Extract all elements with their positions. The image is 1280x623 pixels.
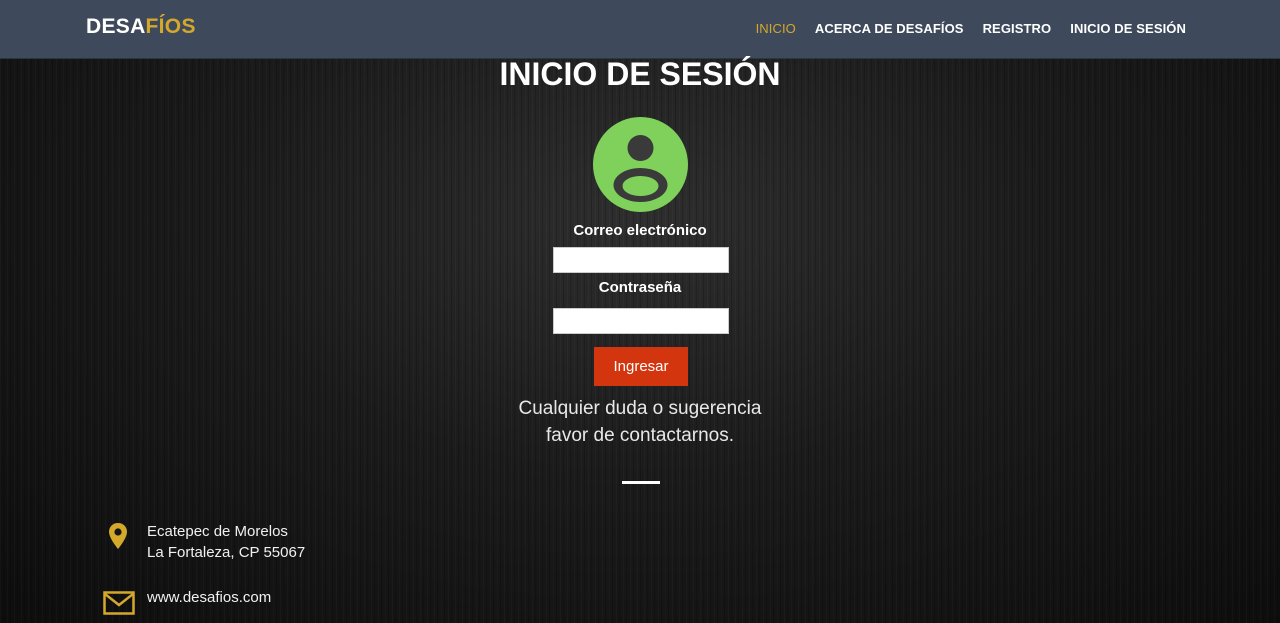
nav-link-inicio[interactable]: INICIO (756, 21, 796, 36)
email-label: Correo electrónico (573, 222, 707, 239)
nav-link-inicio-sesion[interactable]: INICIO DE SESIÓN (1070, 21, 1186, 36)
user-icon (593, 117, 688, 212)
nav-link-acerca[interactable]: ACERCA DE DESAFÍOS (815, 21, 964, 36)
address-line2: La Fortaleza, CP 55067 (147, 544, 306, 561)
location-pin-icon (108, 522, 128, 555)
top-navbar: DESAFÍOS INICIO ACERCA DE DESAFÍOS REGIS… (0, 0, 1280, 59)
section-divider (622, 481, 660, 484)
email-field[interactable] (553, 247, 729, 273)
password-label: Contraseña (598, 279, 682, 296)
password-field[interactable] (553, 308, 729, 334)
contact-website[interactable]: www.desafios.com (147, 587, 271, 608)
contact-address: Ecatepec de Morelos La Fortaleza, CP 550… (147, 521, 305, 563)
brand-text-part2: FÍOS (145, 15, 196, 38)
help-text-line2: favor de contactarnos. (546, 425, 734, 446)
mail-icon (103, 591, 135, 620)
help-text-line1: Cualquier duda o sugerencia (518, 398, 762, 419)
login-button[interactable]: Ingresar (594, 347, 688, 386)
nav-link-registro[interactable]: REGISTRO (983, 21, 1052, 36)
brand-text-part1: DESA (86, 15, 146, 38)
address-line1: Ecatepec de Morelos (147, 523, 288, 540)
page-title: INICIO DE SESIÓN (499, 56, 781, 92)
brand-logo[interactable]: DESAFÍOS (86, 15, 196, 39)
nav-links: INICIO ACERCA DE DESAFÍOS REGISTRO INICI… (756, 21, 1186, 36)
